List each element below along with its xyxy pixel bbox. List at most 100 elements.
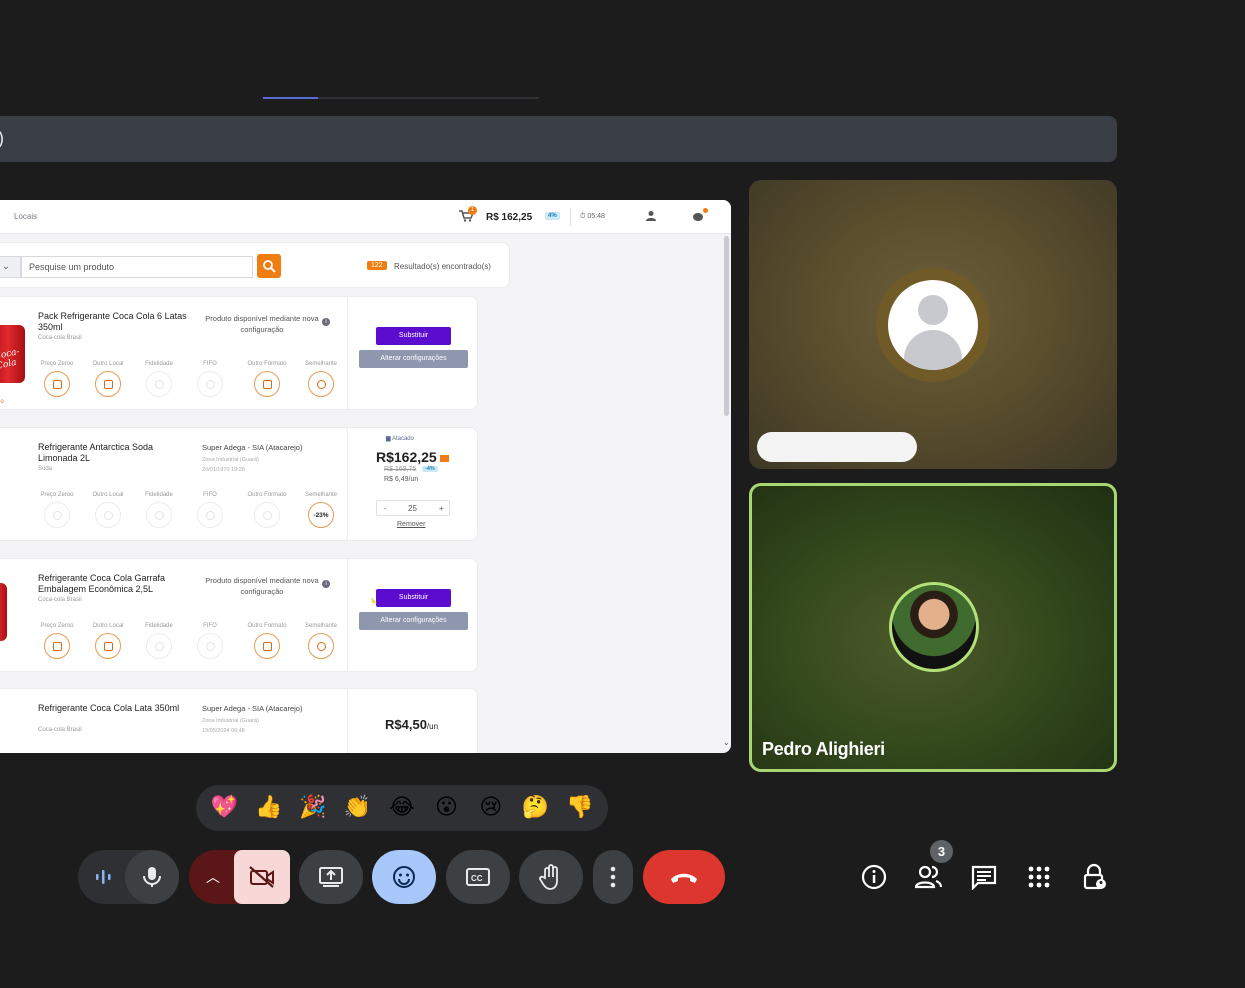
chat-button[interactable] <box>969 862 999 892</box>
participant-name <box>757 432 917 462</box>
card-divider <box>347 559 348 671</box>
host-controls-button[interactable] <box>1080 862 1110 892</box>
thumbs-down-reaction-icon[interactable]: 👎 <box>562 790 598 826</box>
search-icon <box>263 260 276 273</box>
party-reaction-icon[interactable]: 🎉 <box>295 790 331 826</box>
card-divider <box>347 689 348 753</box>
option-outro-local[interactable]: Outro Local <box>88 623 128 659</box>
loyalty-icon <box>146 371 172 397</box>
option-fifo[interactable]: FIFO <box>190 623 230 659</box>
store-icon <box>95 633 121 659</box>
present-screen-button[interactable] <box>299 850 363 904</box>
quantity-value[interactable]: 25 <box>408 504 417 513</box>
option-outro-local[interactable]: Outro Local <box>88 361 128 397</box>
reactions-button[interactable] <box>372 850 436 904</box>
activities-button[interactable] <box>1024 862 1054 892</box>
scrollbar-thumb[interactable] <box>724 236 729 416</box>
participant-tile[interactable] <box>749 180 1117 469</box>
option-fidelidade[interactable]: Fidelidade <box>139 361 179 397</box>
option-fidelidade[interactable]: Fidelidade <box>139 623 179 659</box>
remove-link[interactable]: Remover <box>397 521 425 528</box>
meeting-details-button[interactable] <box>859 862 889 892</box>
option-preco-zero[interactable]: Preço Zeroo <box>37 623 77 659</box>
scroll-down-icon[interactable]: ⌄ <box>723 738 730 747</box>
option-preco-zero[interactable]: Preço Zeroo <box>37 492 77 528</box>
price-icon <box>44 502 70 528</box>
option-semelhante[interactable]: Semelhante <box>301 361 341 397</box>
thinking-reaction-icon[interactable]: 🤔 <box>517 790 553 826</box>
info-icon[interactable]: i <box>322 318 330 326</box>
product-card: Coca-Cola lo Pack Refrigerante Coca Cola… <box>0 296 478 410</box>
similar-discount-value: -23% <box>313 511 329 519</box>
store-date: 20/01/1970 19:28 <box>202 467 245 473</box>
breadcrumb[interactable]: Locais <box>14 212 37 221</box>
piggy-bank-icon[interactable] <box>692 210 704 222</box>
product-name: Refrigerante Antarctica Soda Limonada 2L <box>38 442 154 463</box>
raise-hand-button[interactable] <box>519 850 583 904</box>
cart-total: R$ 162,25 <box>486 212 533 223</box>
minus-circle-icon <box>308 371 334 397</box>
microphone-button[interactable] <box>125 850 179 904</box>
alter-config-button[interactable]: Alterar configurações <box>359 350 468 368</box>
info-icon <box>861 864 887 890</box>
substitute-button[interactable]: Substituir <box>376 589 451 607</box>
people-icon <box>915 865 943 889</box>
card-divider <box>347 297 348 409</box>
shared-screen[interactable]: Locais 1 R$ 162,25 4% ⏱ 05:48 ⌄ ⌄ 122 Re… <box>0 200 731 753</box>
lock-person-icon <box>1083 863 1106 890</box>
option-label: Semelhante <box>304 623 338 629</box>
people-count-badge: 3 <box>930 840 953 863</box>
camera-button[interactable] <box>234 850 290 904</box>
old-price: R$ 169,75 <box>384 466 417 473</box>
microphone-icon <box>143 867 161 887</box>
option-semelhante[interactable]: Semelhante <box>301 623 341 659</box>
user-icon[interactable] <box>646 210 656 222</box>
more-vert-icon <box>610 866 616 888</box>
option-preco-zero[interactable]: Preço Zeroo <box>37 361 77 397</box>
wholesale-tag: ▆ Atacado <box>386 435 414 442</box>
sad-reaction-icon[interactable]: 😢 <box>473 790 509 826</box>
decrement-button[interactable]: - <box>384 504 387 513</box>
heart-reaction-icon[interactable]: 💖 <box>206 790 242 826</box>
option-label: Outro Local <box>92 623 124 629</box>
price-icon <box>44 371 70 397</box>
people-button[interactable] <box>914 862 944 892</box>
store-name: Super Adega - SIA (Atacarejo) <box>202 704 303 713</box>
option-outro-formato[interactable]: Outro Formato <box>247 361 287 397</box>
search-input[interactable] <box>21 256 253 278</box>
substitute-button[interactable]: Substituir <box>376 327 451 345</box>
participant-tile-active-speaker[interactable]: Pedro Alighieri <box>749 483 1117 772</box>
progress-fill <box>263 97 319 99</box>
option-outro-local[interactable]: Outro Local <box>88 492 128 528</box>
option-fifo[interactable]: FIFO <box>190 492 230 528</box>
more-options-button[interactable] <box>593 850 633 904</box>
audio-controls <box>78 850 179 904</box>
thumbs-up-reaction-icon[interactable]: 👍 <box>251 790 287 826</box>
store-icon <box>95 502 121 528</box>
product-card: Refrigerante Coca Cola Lata 350ml Coca-c… <box>0 688 478 753</box>
laugh-reaction-icon[interactable]: 😂 <box>384 790 420 826</box>
option-outro-formato[interactable]: Outro Formato <box>247 492 287 528</box>
option-fifo[interactable]: FIFO <box>190 361 230 397</box>
alter-config-button[interactable]: Alterar configurações <box>359 612 468 630</box>
quantity-stepper[interactable]: - 25 + <box>376 500 450 516</box>
captions-button[interactable]: CC <box>446 850 510 904</box>
product-note: Produto disponível mediante nova configu… <box>205 576 319 596</box>
increment-button[interactable]: + <box>439 504 444 513</box>
leave-call-button[interactable] <box>643 850 725 904</box>
clap-reaction-icon[interactable]: 👏 <box>340 790 376 826</box>
option-fidelidade[interactable]: Fidelidade <box>139 492 179 528</box>
option-semelhante[interactable]: Semelhante -23% <box>301 492 341 528</box>
option-outro-formato[interactable]: Outro Formato <box>247 623 287 659</box>
product-brand: Coca-cola Brasil <box>38 335 82 341</box>
svg-text:CC: CC <box>471 874 483 883</box>
fifo-icon <box>197 502 223 528</box>
chevron-up-icon[interactable]: ︿ <box>206 867 220 887</box>
results-label: Resultado(s) encontrado(s) <box>394 262 491 271</box>
surprised-reaction-icon[interactable]: 😮 <box>428 790 464 826</box>
info-icon[interactable]: i <box>322 580 330 588</box>
audio-level-icon <box>96 870 111 884</box>
search-button[interactable] <box>257 254 281 278</box>
fifo-icon <box>197 371 223 397</box>
chevron-down-icon[interactable]: ⌄ <box>0 256 21 278</box>
